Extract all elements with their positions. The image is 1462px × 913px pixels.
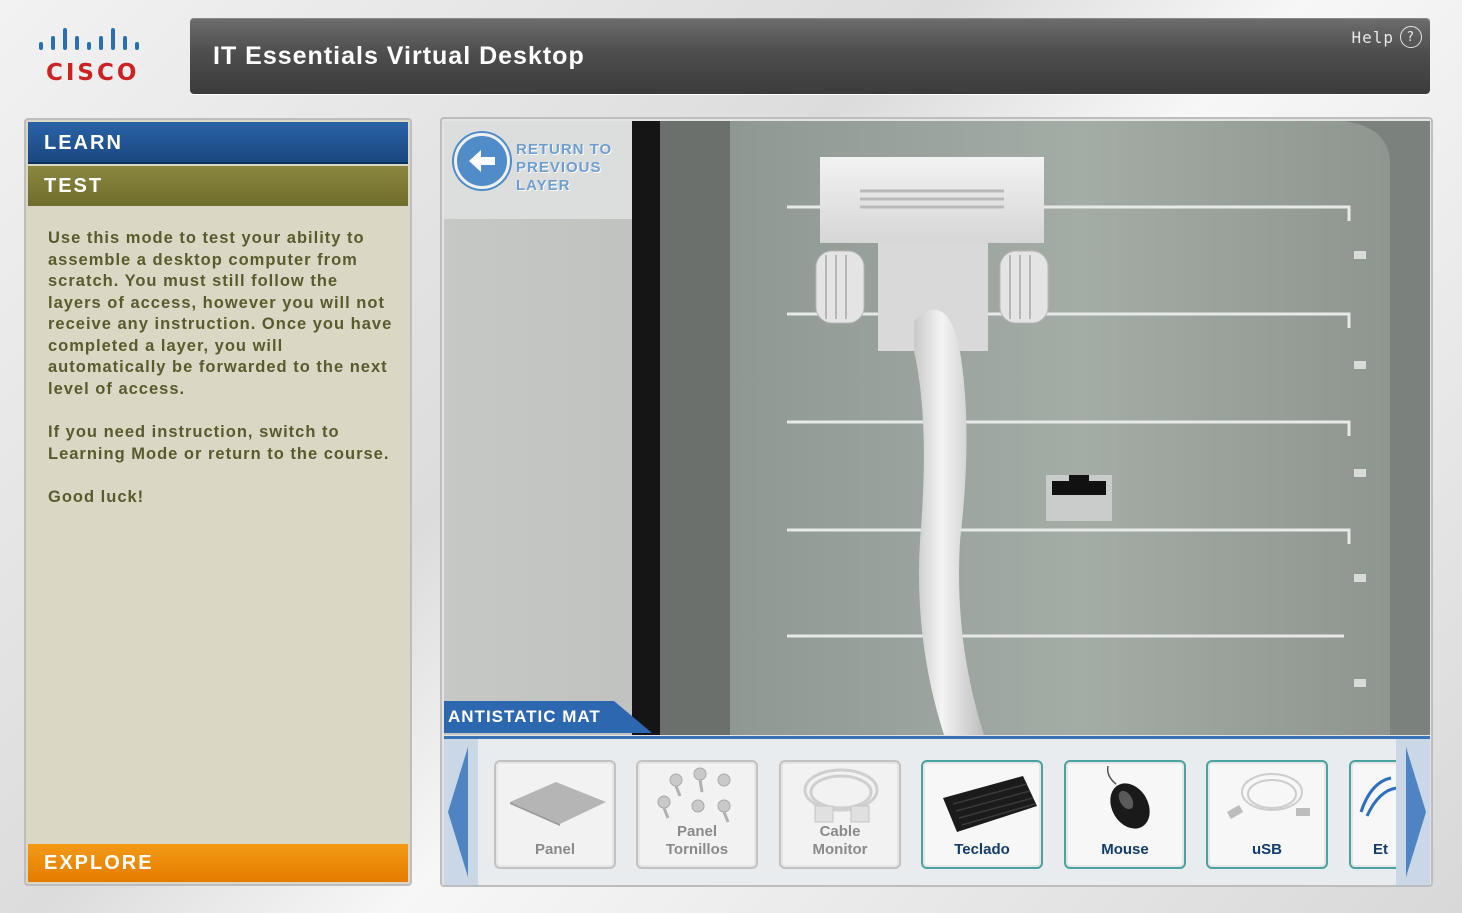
virtual-desktop-viewport: RETURN TO PREVIOUS LAYER ANTISTATIC MAT … xyxy=(440,117,1433,887)
test-mode-description: Use this mode to test your ability to as… xyxy=(48,228,393,531)
tab-explore[interactable]: EXPLORE xyxy=(28,844,408,882)
tab-learn[interactable]: LEARN xyxy=(28,122,408,164)
arrow-right-icon xyxy=(1406,747,1426,877)
usb-cable-icon xyxy=(1226,773,1310,819)
arrow-left-icon xyxy=(448,747,468,877)
description-paragraph: Use this mode to test your ability to as… xyxy=(48,229,393,398)
tray-item-monitor-cable[interactable]: Cable Monitor xyxy=(779,760,901,869)
tray-item-label: Panel xyxy=(534,841,576,858)
tray-item-label: Panel Tornillos xyxy=(665,823,729,858)
tab-test[interactable]: TEST xyxy=(28,166,408,206)
title-bar: IT Essentials Virtual Desktop Help ? xyxy=(190,18,1430,94)
return-label: RETURN TO PREVIOUS LAYER xyxy=(516,141,632,195)
question-icon: ? xyxy=(1400,26,1422,48)
description-paragraph: Good luck! xyxy=(48,488,145,506)
description-paragraph: If you need instruction, switch to Learn… xyxy=(48,423,390,463)
mode-panel: LEARN TEST Use this mode to test your ab… xyxy=(24,118,412,886)
tray-item-usb[interactable]: uSB xyxy=(1206,760,1328,869)
scroll-right-button[interactable] xyxy=(1396,739,1430,885)
keyboard-icon xyxy=(943,776,1037,832)
tray-item-label: uSB xyxy=(1252,841,1282,858)
cisco-logo: CISCO xyxy=(36,26,156,88)
return-label-line1: RETURN TO xyxy=(516,141,613,158)
tray-item-label: Cable Monitor xyxy=(812,823,868,858)
help-label: Help xyxy=(1351,27,1394,47)
app-title: IT Essentials Virtual Desktop xyxy=(213,42,585,70)
panel-icon xyxy=(510,782,606,826)
return-label-line2: PREVIOUS LAYER xyxy=(516,159,602,194)
back-arrow-icon xyxy=(454,133,510,189)
scroll-left-button[interactable] xyxy=(444,739,478,885)
component-tray: Panel Panel Tornillos Cable Monitor Tecl… xyxy=(444,736,1430,885)
mouse-icon xyxy=(1106,765,1150,829)
tray-item-panel[interactable]: Panel xyxy=(494,760,616,869)
help-button[interactable]: Help ? xyxy=(1351,26,1422,48)
tray-item-mouse[interactable]: Mouse xyxy=(1064,760,1186,869)
return-to-previous-layer-button[interactable]: RETURN TO PREVIOUS LAYER xyxy=(444,121,632,219)
tray-item-label: Mouse xyxy=(1101,841,1149,858)
tray-item-keyboard[interactable]: Teclado xyxy=(921,760,1043,869)
tray-item-label: Teclado xyxy=(954,841,1010,858)
cisco-bars-icon xyxy=(39,28,139,50)
tray-item-panel-screws[interactable]: Panel Tornillos xyxy=(636,760,758,869)
cisco-wordmark: CISCO xyxy=(46,60,140,86)
